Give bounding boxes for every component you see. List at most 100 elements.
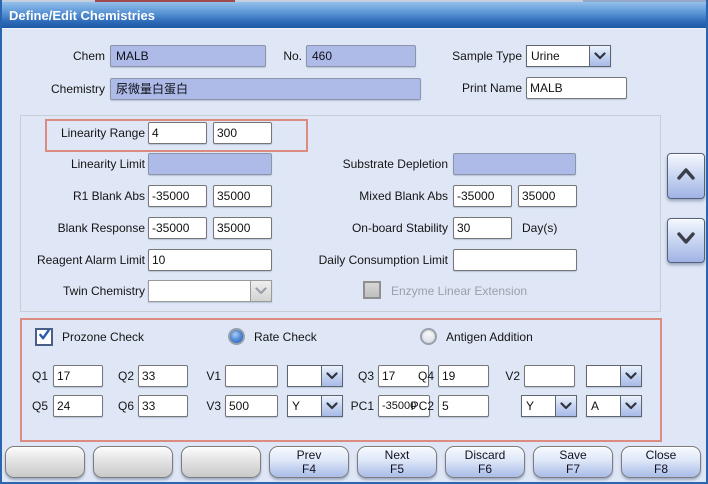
discard-button[interactable]: Discard F6 — [445, 446, 525, 478]
q5-label: Q5 — [24, 395, 48, 417]
rate-check-radio[interactable] — [228, 328, 245, 345]
button-label: Save — [559, 448, 586, 462]
blank-response-high-input[interactable] — [213, 217, 272, 239]
chemistry-label: Chemistry — [30, 78, 105, 100]
sample-type-combo[interactable]: Urine — [526, 45, 611, 67]
q5-input[interactable] — [53, 395, 103, 417]
prev-button[interactable]: Prev F4 — [269, 446, 349, 478]
chevron-down-icon[interactable] — [321, 366, 342, 386]
next-button[interactable]: Next F5 — [357, 446, 437, 478]
chevron-down-icon[interactable] — [589, 46, 610, 66]
footer-button-blank-3[interactable] — [181, 446, 261, 478]
pc-mode-combo[interactable]: A — [586, 395, 642, 417]
button-label: Discard — [465, 448, 506, 462]
chevron-down-icon[interactable] — [620, 396, 641, 416]
pc2-input[interactable] — [438, 395, 489, 417]
scroll-down-button[interactable] — [667, 218, 705, 263]
pc2-label: PC2 — [408, 395, 434, 417]
pc-flag-value: Y — [522, 396, 555, 416]
close-button[interactable]: Close F8 — [621, 446, 701, 478]
define-edit-chemistries-dialog: Define/Edit Chemistries Chem MALB No. 46… — [0, 0, 708, 484]
r1-blank-abs-high-input[interactable] — [213, 185, 272, 207]
print-name-label: Print Name — [428, 77, 522, 99]
v3-label: V3 — [194, 395, 221, 417]
twin-chemistry-combo — [148, 280, 272, 302]
chevron-down-icon[interactable] — [620, 366, 641, 386]
chevron-down-icon — [676, 232, 696, 250]
q6-label: Q6 — [108, 395, 134, 417]
chevron-up-icon — [676, 167, 696, 185]
rate-check-label: Rate Check — [254, 326, 317, 348]
scroll-up-button[interactable] — [667, 153, 705, 199]
v3-unit-combo[interactable]: Y — [287, 395, 343, 417]
chevron-down-icon[interactable] — [555, 396, 576, 416]
enzyme-linear-extension-label: Enzyme Linear Extension — [391, 280, 527, 302]
linearity-limit-label: Linearity Limit — [20, 153, 145, 175]
q1-input[interactable] — [53, 365, 103, 387]
twin-chemistry-label: Twin Chemistry — [20, 280, 145, 302]
pc1-label: PC1 — [344, 395, 374, 417]
save-button[interactable]: Save F7 — [533, 446, 613, 478]
twin-chemistry-value — [149, 281, 250, 301]
button-label: Prev — [297, 448, 322, 462]
v2-unit-combo[interactable] — [586, 365, 642, 387]
button-key: F7 — [566, 462, 580, 476]
v2-unit-value — [587, 366, 620, 386]
no-label: No. — [272, 45, 302, 67]
v3-unit-value: Y — [288, 396, 321, 416]
button-label: Close — [646, 448, 677, 462]
no-field: 460 — [306, 45, 416, 67]
antigen-addition-radio[interactable] — [420, 328, 437, 345]
button-key: F6 — [478, 462, 492, 476]
q4-label: Q4 — [408, 365, 434, 387]
button-key: F5 — [390, 462, 404, 476]
reagent-alarm-limit-label: Reagent Alarm Limit — [20, 249, 145, 271]
linearity-range-low-input[interactable] — [148, 122, 207, 144]
v1-unit-combo[interactable] — [287, 365, 343, 387]
prozone-check-checkbox[interactable] — [35, 328, 53, 346]
q2-label: Q2 — [108, 365, 134, 387]
button-key: F4 — [302, 462, 316, 476]
daily-consumption-limit-input[interactable] — [453, 249, 577, 271]
q2-input[interactable] — [138, 365, 188, 387]
q4-input[interactable] — [438, 365, 489, 387]
button-key: F8 — [654, 462, 668, 476]
v1-unit-value — [288, 366, 321, 386]
checkmark-icon — [38, 328, 51, 346]
substrate-depletion-field — [453, 153, 576, 175]
v1-label: V1 — [194, 365, 221, 387]
enzyme-linear-extension-checkbox — [363, 281, 381, 299]
r1-blank-abs-low-input[interactable] — [148, 185, 207, 207]
v3-input[interactable] — [225, 395, 278, 417]
v1-input[interactable] — [225, 365, 278, 387]
r1-blank-abs-label: R1 Blank Abs — [20, 185, 145, 207]
chem-label: Chem — [30, 45, 105, 67]
q1-label: Q1 — [24, 365, 48, 387]
footer-button-blank-2[interactable] — [93, 446, 173, 478]
pc-flag-combo[interactable]: Y — [521, 395, 577, 417]
daily-consumption-limit-label: Daily Consumption Limit — [305, 249, 448, 271]
title-bar: Define/Edit Chemistries — [0, 2, 708, 29]
linearity-range-label: Linearity Range — [20, 122, 145, 144]
onboard-stability-input[interactable] — [453, 217, 512, 239]
chemistry-field: 尿微量白蛋白 — [110, 78, 421, 100]
blank-response-label: Blank Response — [20, 217, 145, 239]
chem-field: MALB — [110, 45, 266, 67]
onboard-stability-unit: Day(s) — [522, 217, 557, 239]
mixed-blank-abs-low-input[interactable] — [453, 185, 512, 207]
chevron-down-icon[interactable] — [321, 396, 342, 416]
window-title: Define/Edit Chemistries — [9, 8, 155, 23]
substrate-depletion-label: Substrate Depletion — [305, 153, 448, 175]
prozone-check-label: Prozone Check — [62, 326, 144, 348]
footer-button-blank-1[interactable] — [5, 446, 85, 478]
v2-input[interactable] — [524, 365, 575, 387]
linearity-range-high-input[interactable] — [213, 122, 272, 144]
q6-input[interactable] — [138, 395, 188, 417]
mixed-blank-abs-high-input[interactable] — [518, 185, 577, 207]
button-label: Next — [385, 448, 410, 462]
print-name-input[interactable] — [526, 77, 627, 99]
antigen-addition-label: Antigen Addition — [446, 326, 533, 348]
blank-response-low-input[interactable] — [148, 217, 207, 239]
reagent-alarm-limit-input[interactable] — [148, 249, 272, 271]
sample-type-label: Sample Type — [428, 45, 522, 67]
